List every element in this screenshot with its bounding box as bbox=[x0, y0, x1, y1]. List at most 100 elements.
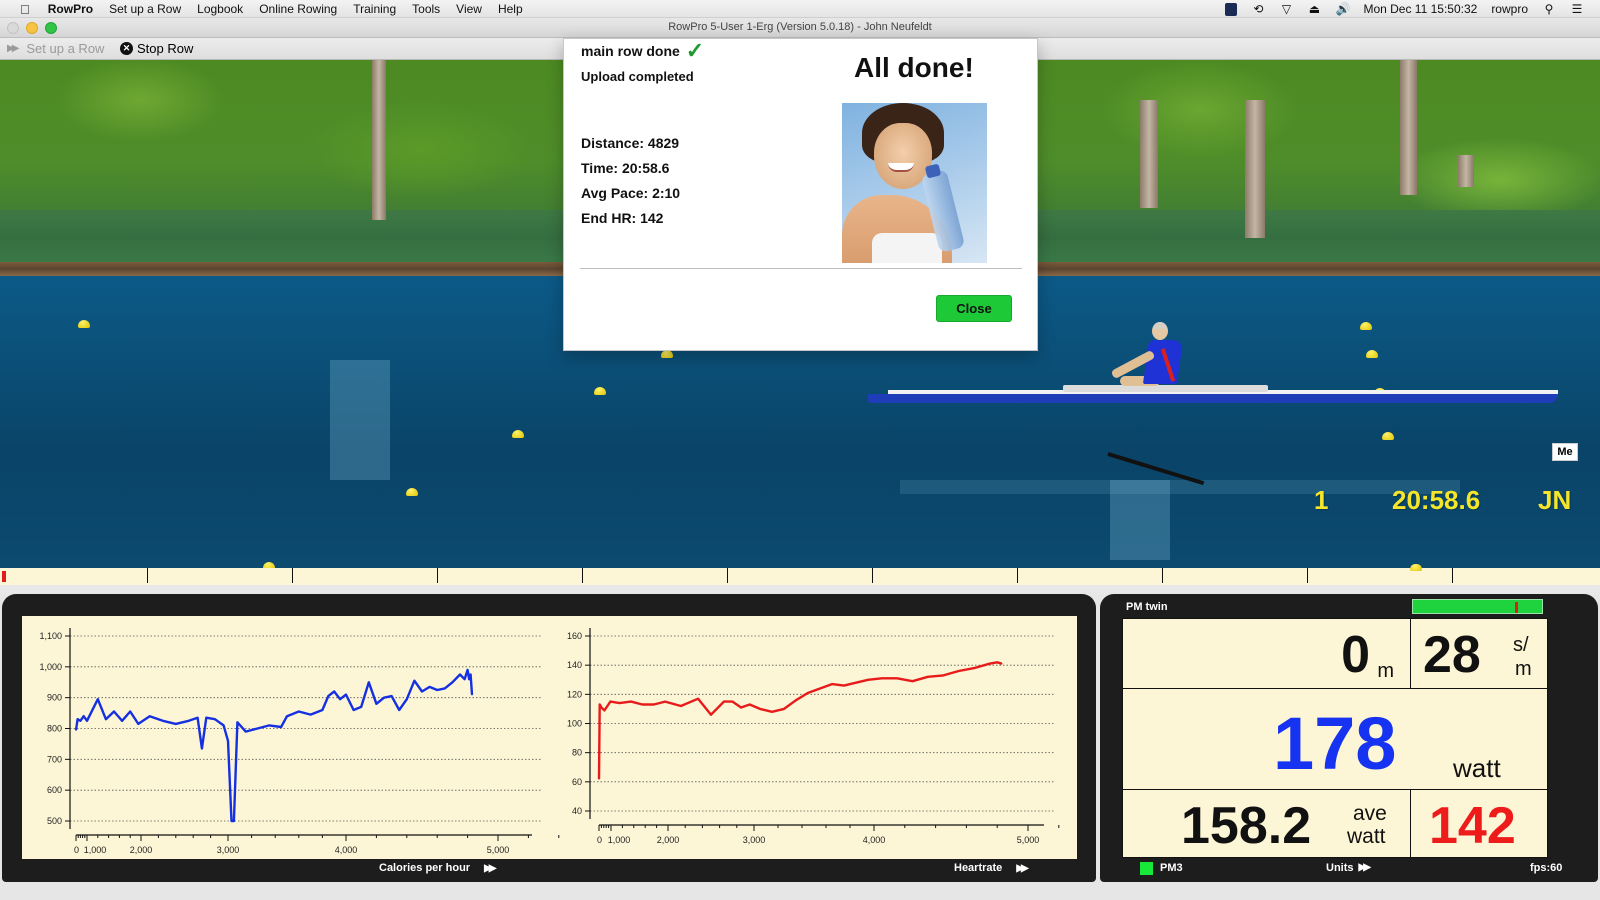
stop-row-button[interactable]: ✕ Stop Row bbox=[120, 41, 193, 56]
progress-tick bbox=[727, 568, 728, 583]
x-tick-label: 1,000 bbox=[84, 845, 107, 855]
stroke-rate-unit-top: s/ bbox=[1513, 634, 1529, 656]
wifi-icon[interactable]: ▽ bbox=[1279, 2, 1293, 16]
heartrate-point bbox=[973, 667, 975, 669]
heartrate-point bbox=[855, 681, 857, 684]
scene-hud: 1 20:58.6 JN bbox=[0, 485, 1600, 515]
menu-training[interactable]: Training bbox=[353, 2, 396, 17]
heartrate-line bbox=[597, 661, 1003, 779]
heartrate-point bbox=[911, 680, 914, 682]
y-tick-label: 80 bbox=[572, 748, 582, 758]
calories-point bbox=[137, 723, 140, 725]
heartrate-point bbox=[771, 711, 773, 713]
performance-monitor-panel: PM twin 0 m 28 s/ m 178 watt 158.2 ave w… bbox=[1100, 594, 1598, 882]
menu-clock[interactable]: Mon Dec 11 15:50:32 bbox=[1363, 2, 1477, 16]
calories-point bbox=[383, 696, 385, 699]
menu-tools[interactable]: Tools bbox=[412, 2, 440, 17]
heartrate-point bbox=[723, 700, 725, 703]
calories-point bbox=[466, 669, 469, 671]
menu-logbook[interactable]: Logbook bbox=[197, 2, 243, 17]
row-status-text: main row done bbox=[581, 43, 680, 59]
notification-center-icon[interactable]: ☰ bbox=[1570, 2, 1584, 16]
tree-trunk bbox=[1245, 100, 1265, 238]
progress-tick bbox=[582, 568, 583, 583]
course-progress-strip[interactable] bbox=[0, 564, 1600, 585]
calories-chart-selector[interactable]: Calories per hour ▶▶ bbox=[379, 862, 497, 874]
units-selector[interactable]: Units ▶▶ bbox=[1326, 862, 1371, 874]
lane-buoy bbox=[78, 320, 90, 328]
monitor-connection-led bbox=[1140, 862, 1153, 875]
calories-point bbox=[222, 724, 225, 727]
calories-chart-label: Calories per hour bbox=[379, 862, 471, 874]
set-up-a-row-label: Set up a Row bbox=[26, 41, 105, 56]
time-machine-icon[interactable]: ⟲ bbox=[1251, 2, 1265, 16]
hud-elapsed-time: 20:58.6 bbox=[1392, 485, 1481, 515]
y-tick-label: 120 bbox=[567, 689, 582, 699]
calories-point bbox=[298, 710, 300, 713]
heartrate-point bbox=[807, 692, 809, 694]
calories-point bbox=[413, 679, 416, 682]
x-tick-label: 1,000 bbox=[608, 835, 631, 845]
calories-point bbox=[105, 718, 107, 720]
stroke-rate-cell: 28 s/ m bbox=[1411, 619, 1547, 689]
eject-icon[interactable]: ⏏ bbox=[1307, 2, 1321, 16]
fast-forward-icon: ▶▶ bbox=[484, 862, 497, 874]
menu-app-name[interactable]: RowPro bbox=[48, 2, 93, 17]
volume-icon[interactable]: 🔊 bbox=[1335, 2, 1350, 16]
me-tag: Me bbox=[1552, 443, 1578, 461]
spotlight-search-icon[interactable]: ⚲ bbox=[1542, 2, 1556, 16]
menu-online-rowing[interactable]: Online Rowing bbox=[259, 2, 337, 17]
apple-menu-icon[interactable]:  bbox=[20, 2, 30, 17]
menu-set-up-a-row[interactable]: Set up a Row bbox=[109, 2, 181, 17]
heartrate-chart-selector[interactable]: Heartrate ▶▶ bbox=[954, 862, 1029, 874]
calories-point bbox=[162, 720, 164, 722]
rower-hair bbox=[1153, 322, 1167, 329]
menu-help[interactable]: Help bbox=[498, 2, 523, 17]
menu-view[interactable]: View bbox=[456, 2, 482, 17]
calories-point bbox=[188, 720, 190, 722]
x-tick-label: 4,000 bbox=[863, 835, 886, 845]
heartrate-point bbox=[1000, 662, 1003, 665]
app-status-icon[interactable] bbox=[1225, 2, 1238, 16]
celebration-photo bbox=[842, 103, 987, 263]
calories-point bbox=[469, 673, 472, 676]
heartrate-point bbox=[606, 705, 609, 707]
y-tick-label: 140 bbox=[567, 660, 582, 670]
lane-buoy bbox=[594, 387, 606, 395]
avg-power-value: 158.2 bbox=[1181, 797, 1312, 855]
calories-point bbox=[256, 727, 259, 730]
monitor-title: PM twin bbox=[1126, 601, 1168, 613]
calories-point bbox=[375, 703, 378, 705]
lane-buoy bbox=[661, 350, 673, 358]
calories-point bbox=[390, 695, 393, 697]
calories-point bbox=[233, 820, 235, 822]
heartrate-point bbox=[664, 700, 666, 703]
calories-point bbox=[86, 720, 88, 722]
stroke-rate-needle bbox=[1515, 602, 1518, 613]
water-reflection bbox=[330, 360, 390, 480]
y-tick-label: 40 bbox=[572, 806, 582, 816]
calories-point bbox=[421, 690, 423, 693]
avg-power-cell: 158.2 ave watt bbox=[1123, 790, 1411, 859]
close-button[interactable]: Close bbox=[936, 295, 1012, 322]
heartrate-point bbox=[653, 703, 655, 706]
menu-user[interactable]: rowpro bbox=[1491, 2, 1528, 16]
set-up-a-row-button[interactable]: ▶▶ Set up a Row bbox=[7, 41, 104, 56]
calories-point bbox=[327, 695, 330, 697]
units-label: Units bbox=[1326, 862, 1354, 874]
calories-point bbox=[175, 723, 177, 725]
calories-point bbox=[398, 709, 401, 711]
dialog-headline: All done! bbox=[854, 52, 974, 83]
progress-tick bbox=[292, 568, 293, 583]
heartrate-point bbox=[603, 709, 606, 712]
progress-tick bbox=[1162, 568, 1163, 583]
calories-point bbox=[339, 698, 341, 700]
summary-time: Time: 20:58.6 bbox=[581, 160, 670, 176]
heartrate-point bbox=[697, 697, 699, 700]
calories-point bbox=[97, 698, 99, 700]
calories-point bbox=[79, 720, 82, 722]
power-value: 178 bbox=[1273, 702, 1397, 785]
fast-forward-icon: ▶▶ bbox=[7, 43, 20, 54]
summary-end-hr: End HR: 142 bbox=[581, 210, 664, 226]
progress-tick bbox=[147, 568, 148, 583]
